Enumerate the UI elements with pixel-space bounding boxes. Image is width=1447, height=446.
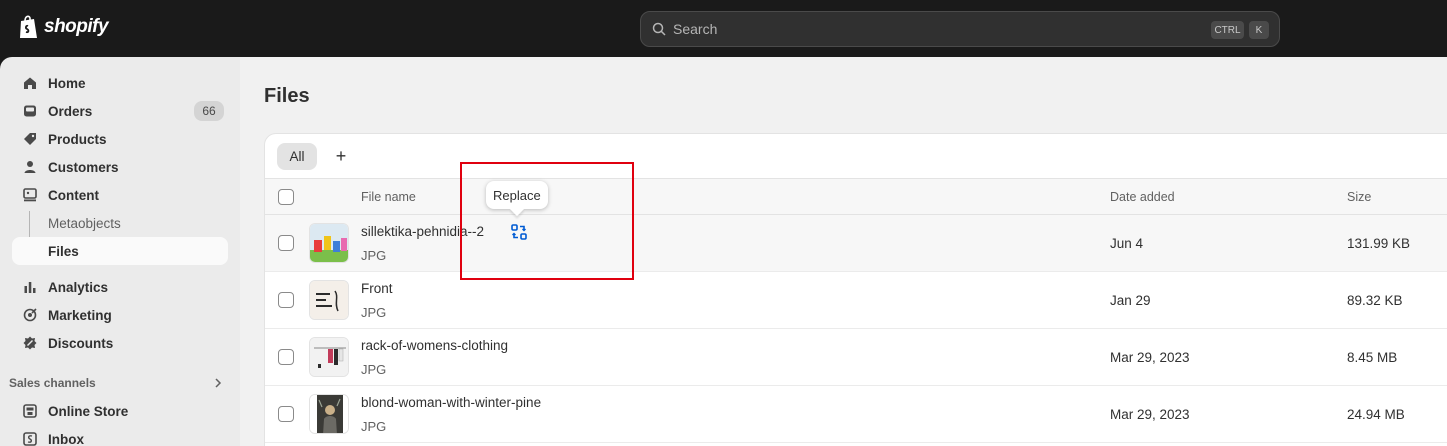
sidebar-item-files[interactable]: Files <box>12 237 228 265</box>
files-card: All + File name Date added Size sillekti… <box>264 133 1447 446</box>
date-added: Jan 29 <box>1110 293 1151 308</box>
sidebar: Home Orders 66 Products Customers Conten… <box>0 57 240 446</box>
file-thumbnail[interactable] <box>309 280 349 320</box>
table-row[interactable]: sillektika-pehnidia--2 JPG Jun 4 131.99 … <box>265 215 1447 272</box>
store-icon <box>22 403 38 419</box>
file-type: JPG <box>361 248 387 263</box>
file-size: 24.94 MB <box>1347 407 1405 422</box>
sidebar-item-label: Files <box>48 243 79 259</box>
chart-icon <box>22 279 38 295</box>
row-checkbox[interactable] <box>278 292 294 308</box>
sidebar-item-label: Products <box>48 131 107 147</box>
sidebar-item-inbox[interactable]: Inbox <box>12 425 228 446</box>
sidebar-item-label: Analytics <box>48 279 109 295</box>
file-name[interactable]: Front <box>361 281 393 296</box>
date-added: Mar 29, 2023 <box>1110 407 1190 422</box>
thumbnail-image <box>310 395 348 433</box>
file-size: 89.32 KB <box>1347 293 1403 308</box>
file-thumbnail[interactable] <box>309 337 349 377</box>
sidebar-item-analytics[interactable]: Analytics <box>12 273 228 301</box>
sidebar-item-discounts[interactable]: Discounts <box>12 329 228 357</box>
target-icon <box>22 307 38 323</box>
select-all-checkbox[interactable] <box>278 189 294 205</box>
sidebar-item-content[interactable]: Content <box>12 181 228 209</box>
search-icon <box>652 22 666 36</box>
row-checkbox[interactable] <box>278 235 294 251</box>
file-type: JPG <box>361 419 387 434</box>
file-size: 8.45 MB <box>1347 350 1398 365</box>
sidebar-item-label: Content <box>48 187 99 203</box>
sidebar-item-online-store[interactable]: Online Store <box>12 397 228 425</box>
table-row[interactable]: rack-of-womens-clothing JPG Mar 29, 2023… <box>265 329 1447 386</box>
date-added: Mar 29, 2023 <box>1110 350 1190 365</box>
thumbnail-image <box>310 224 348 262</box>
file-type: JPG <box>361 362 387 377</box>
main-content: Files All + File name Date added Size si… <box>240 57 1447 446</box>
shopify-bag-icon <box>20 15 37 38</box>
date-added: Jun 4 <box>1110 236 1144 251</box>
search-bar[interactable]: CTRL K <box>640 11 1280 47</box>
row-checkbox[interactable] <box>278 406 294 422</box>
person-icon <box>22 159 38 175</box>
inbox-channel-icon <box>22 431 38 446</box>
sidebar-item-home[interactable]: Home <box>12 69 228 97</box>
add-view-button[interactable]: + <box>329 143 353 170</box>
shortcut-ctrl-key: CTRL <box>1211 21 1244 39</box>
sidebar-item-label: Online Store <box>48 403 129 419</box>
sidebar-item-label: Metaobjects <box>48 215 121 231</box>
thumbnail-image <box>310 338 348 376</box>
sidebar-item-label: Discounts <box>48 335 114 351</box>
search-input[interactable] <box>673 21 1193 37</box>
column-header-date-added[interactable]: Date added <box>1110 190 1175 204</box>
file-name[interactable]: blond-woman-with-winter-pine <box>361 395 541 410</box>
table-row[interactable]: blond-woman-with-winter-pine JPG Mar 29,… <box>265 386 1447 443</box>
sidebar-item-label: Home <box>48 75 86 91</box>
image-icon <box>22 187 38 203</box>
table-row[interactable]: Front JPG Jan 29 89.32 KB <box>265 272 1447 329</box>
file-thumbnail[interactable] <box>309 394 349 434</box>
column-header-file-name[interactable]: File name <box>361 190 416 204</box>
row-checkbox[interactable] <box>278 349 294 365</box>
tab-all[interactable]: All <box>277 143 317 170</box>
highlight-box <box>460 162 634 280</box>
sidebar-item-label: Inbox <box>48 431 84 446</box>
view-tabs: All + <box>265 134 1447 178</box>
sidebar-item-marketing[interactable]: Marketing <box>12 301 228 329</box>
home-icon <box>22 75 38 91</box>
sidebar-item-products[interactable]: Products <box>12 125 228 153</box>
shortcut-k-key: K <box>1249 21 1269 39</box>
file-name[interactable]: rack-of-womens-clothing <box>361 338 508 353</box>
sidebar-item-customers[interactable]: Customers <box>12 153 228 181</box>
tag-icon <box>22 131 38 147</box>
thumbnail-image <box>310 281 348 319</box>
top-bar: shopify CTRL K <box>0 0 1447 57</box>
sidebar-item-metaobjects[interactable]: Metaobjects <box>12 209 228 237</box>
file-thumbnail[interactable] <box>309 223 349 263</box>
page-title: Files <box>264 85 310 107</box>
table-header: File name Date added Size <box>265 178 1447 215</box>
discount-icon <box>22 335 38 351</box>
inbox-icon <box>22 103 38 119</box>
orders-count-badge: 66 <box>194 101 224 121</box>
file-size: 131.99 KB <box>1347 236 1411 251</box>
sales-channels-heading: Sales channels <box>9 376 96 390</box>
chevron-right-icon[interactable] <box>212 377 224 389</box>
shopify-logo[interactable]: shopify <box>18 14 109 40</box>
sidebar-item-label: Customers <box>48 159 119 175</box>
sidebar-item-orders[interactable]: Orders 66 <box>12 97 228 125</box>
file-type: JPG <box>361 305 387 320</box>
sidebar-item-label: Orders <box>48 103 93 119</box>
column-header-size[interactable]: Size <box>1347 190 1371 204</box>
brand-name: shopify <box>44 16 109 37</box>
sidebar-item-label: Marketing <box>48 307 112 323</box>
